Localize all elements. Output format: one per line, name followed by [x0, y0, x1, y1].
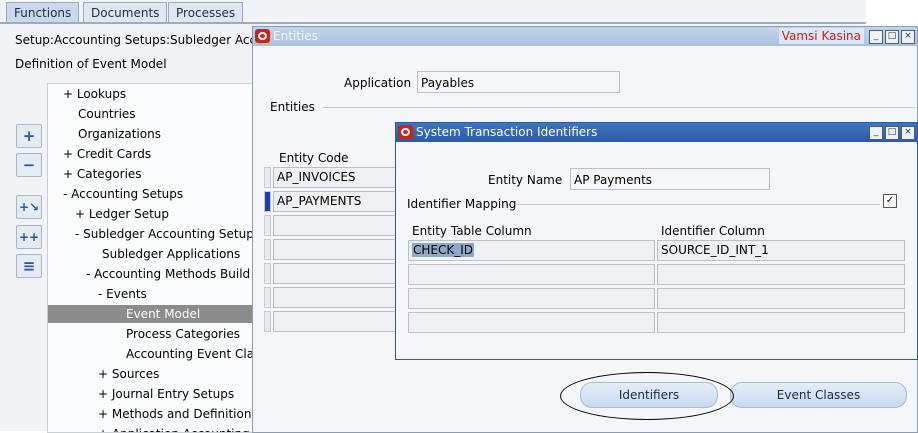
- entity-code-cell[interactable]: [273, 287, 398, 308]
- row-indicator[interactable]: [264, 215, 271, 236]
- row-indicator[interactable]: [264, 239, 271, 260]
- row-indicator[interactable]: [264, 167, 271, 188]
- tree-item[interactable]: - Subledger Accounting Setup: [75, 225, 254, 243]
- entities-section-label: Entities: [270, 100, 315, 114]
- identifier-column-cell[interactable]: [657, 312, 905, 333]
- identifier-mapping-label: Identifier Mapping: [407, 197, 517, 211]
- entity-table-column-cell[interactable]: [408, 288, 655, 309]
- entity-code-cell[interactable]: AP_INVOICES: [273, 167, 398, 188]
- tree-item[interactable]: Subledger Applications: [102, 245, 240, 263]
- section-divider: [323, 107, 915, 108]
- identifier-column-cell[interactable]: [657, 288, 905, 309]
- entity-name-field[interactable]: AP Payments: [570, 168, 770, 190]
- tab-underline: [0, 22, 866, 24]
- tree-item[interactable]: + Credit Cards: [63, 145, 151, 163]
- tree-item[interactable]: Accounting Event Cla: [126, 345, 254, 363]
- tree-item[interactable]: - Events: [98, 285, 147, 303]
- function-tree[interactable]: + Lookups Countries Organizations + Cred…: [47, 83, 259, 433]
- close-icon[interactable]: ×: [901, 126, 915, 140]
- application-label: Application: [344, 76, 412, 90]
- tree-item[interactable]: - Accounting Methods Build: [86, 265, 250, 283]
- entity-name-label: Entity Name: [488, 173, 563, 187]
- identifier-column-header: Identifier Column: [661, 224, 765, 238]
- row-indicator[interactable]: [264, 287, 271, 308]
- tab-processes[interactable]: Processes: [168, 2, 244, 23]
- row-indicator[interactable]: [264, 311, 271, 332]
- tree-item[interactable]: + Journal Entry Setups: [98, 385, 234, 403]
- identifier-column-cell[interactable]: SOURCE_ID_INT_1: [657, 240, 905, 261]
- tree-item[interactable]: + Sources: [98, 365, 159, 383]
- entity-code-cell[interactable]: [273, 239, 398, 260]
- entity-code-cell[interactable]: [273, 311, 398, 332]
- user-name: Vamsi Kasina: [778, 28, 864, 44]
- plus-icon[interactable]: +: [16, 124, 42, 148]
- minimize-icon[interactable]: _: [869, 30, 883, 44]
- tree-item[interactable]: - Accounting Setups: [63, 185, 183, 203]
- entity-table-column-cell[interactable]: [408, 264, 655, 285]
- entities-titlebar[interactable]: Entities Vamsi Kasina _ □ ×: [253, 27, 917, 46]
- tree-item[interactable]: + Categories: [63, 165, 142, 183]
- entity-code-cell[interactable]: [273, 215, 398, 236]
- tab-functions[interactable]: Functions: [6, 2, 80, 23]
- entity-code-header: Entity Code: [279, 151, 349, 165]
- oracle-logo-icon: [255, 29, 270, 43]
- section-divider: [516, 204, 880, 205]
- selected-value: CHECK_ID: [412, 243, 475, 257]
- identifiers-button[interactable]: Identifiers: [580, 382, 718, 408]
- expand-all-icon[interactable]: ++: [16, 225, 42, 249]
- navigator-subtitle: Definition of Event Model: [15, 57, 167, 71]
- oracle-logo-icon: [398, 125, 413, 139]
- tree-item[interactable]: + Ledger Setup: [75, 205, 169, 223]
- tree-item[interactable]: + Methods and Definitions: [98, 405, 258, 423]
- row-indicator-current[interactable]: [264, 191, 271, 212]
- expand-branch-icon[interactable]: +↘: [16, 195, 42, 219]
- entity-table-column-cell[interactable]: CHECK_ID: [408, 240, 655, 261]
- entity-code-cell[interactable]: [273, 263, 398, 284]
- tree-item-selected[interactable]: Event Model: [48, 305, 258, 323]
- tree-item[interactable]: + Application Accounting: [98, 425, 250, 432]
- maximize-icon[interactable]: □: [885, 30, 899, 44]
- tree-item[interactable]: Countries: [78, 105, 136, 123]
- tab-documents[interactable]: Documents: [83, 2, 168, 23]
- entity-table-column-cell[interactable]: [408, 312, 655, 333]
- sti-titlebar[interactable]: System Transaction Identifiers _ □ ×: [396, 123, 917, 142]
- event-classes-button[interactable]: Event Classes: [730, 382, 907, 408]
- entity-code-cell[interactable]: AP_PAYMENTS: [273, 191, 398, 212]
- minimize-icon[interactable]: _: [869, 126, 883, 140]
- minus-icon[interactable]: −: [16, 153, 42, 177]
- collapse-all-icon[interactable]: ≡: [16, 254, 42, 278]
- entities-title: Entities: [273, 29, 318, 43]
- tree-item[interactable]: Organizations: [78, 125, 161, 143]
- system-transaction-identifiers-window: System Transaction Identifiers _ □ × Ent…: [395, 122, 918, 360]
- row-indicator[interactable]: [264, 263, 271, 284]
- mapping-checkbox[interactable]: ✓: [883, 194, 897, 208]
- navigator-path: Setup:Accounting Setups:Subledger Acc: [15, 33, 257, 47]
- sti-title: System Transaction Identifiers: [416, 125, 598, 139]
- tree-item[interactable]: + Lookups: [63, 85, 126, 103]
- close-icon[interactable]: ×: [901, 30, 915, 44]
- tree-item[interactable]: Process Categories: [126, 325, 240, 343]
- application-field[interactable]: Payables: [417, 71, 620, 93]
- identifier-column-cell[interactable]: [657, 264, 905, 285]
- maximize-icon[interactable]: □: [885, 126, 899, 140]
- entity-table-column-header: Entity Table Column: [412, 224, 532, 238]
